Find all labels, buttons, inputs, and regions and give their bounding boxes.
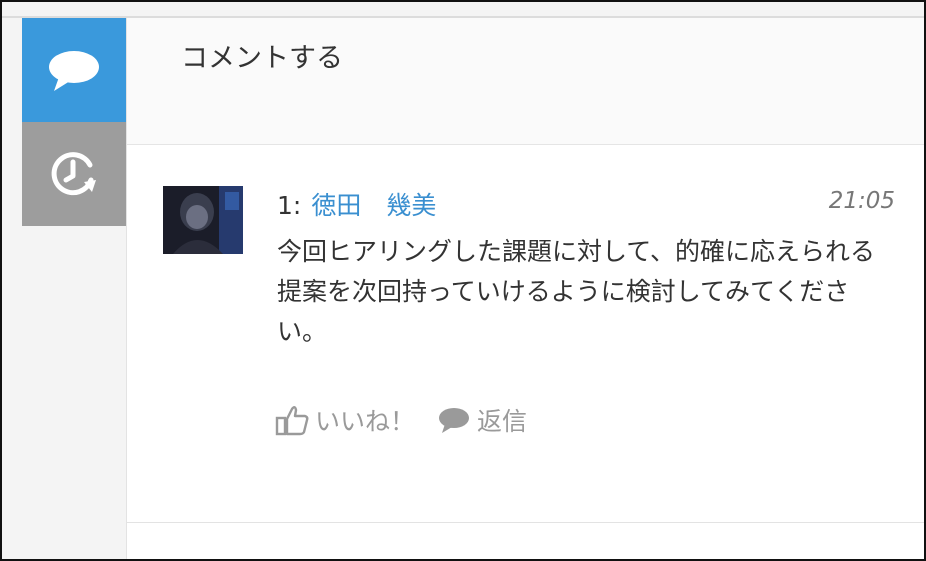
avatar[interactable] [163, 186, 243, 254]
tab-comment[interactable] [22, 18, 126, 122]
reply-button[interactable]: 返信 [437, 402, 527, 438]
comment-actions: いいね！ 返信 [275, 402, 527, 438]
sidebar-rail [22, 18, 126, 559]
like-button[interactable]: いいね！ [275, 402, 415, 438]
comment-number: 1: [277, 191, 302, 220]
like-label: いいね！ [315, 407, 416, 436]
comment-timestamp: 21:05 [828, 188, 895, 214]
comment-input-placeholder: コメントする [181, 43, 343, 74]
clock-history-icon [51, 152, 96, 196]
comment-panel: コメントする 1: 徳田 幾美 21:05 今回ヒアリングした課題に対して、的確に… [126, 18, 924, 559]
comment-input[interactable]: コメントする [127, 18, 924, 145]
thumbs-up-icon [275, 406, 309, 436]
speech-bubble-icon [49, 51, 99, 91]
speech-bubble-icon [439, 408, 470, 433]
reply-label: 返信 [477, 407, 528, 436]
tab-history[interactable] [22, 122, 126, 226]
comment-author-line: 1: 徳田 幾美 [277, 186, 436, 222]
window-frame: コメントする 1: 徳田 幾美 21:05 今回ヒアリングした課題に対して、的確に… [0, 0, 926, 561]
author-name-link[interactable]: 徳田 幾美 [311, 191, 436, 220]
comment-divider [127, 522, 924, 523]
comment-body: 今回ヒアリングした課題に対して、的確に応えられる提案を次回持っていけるように検討… [277, 237, 876, 346]
